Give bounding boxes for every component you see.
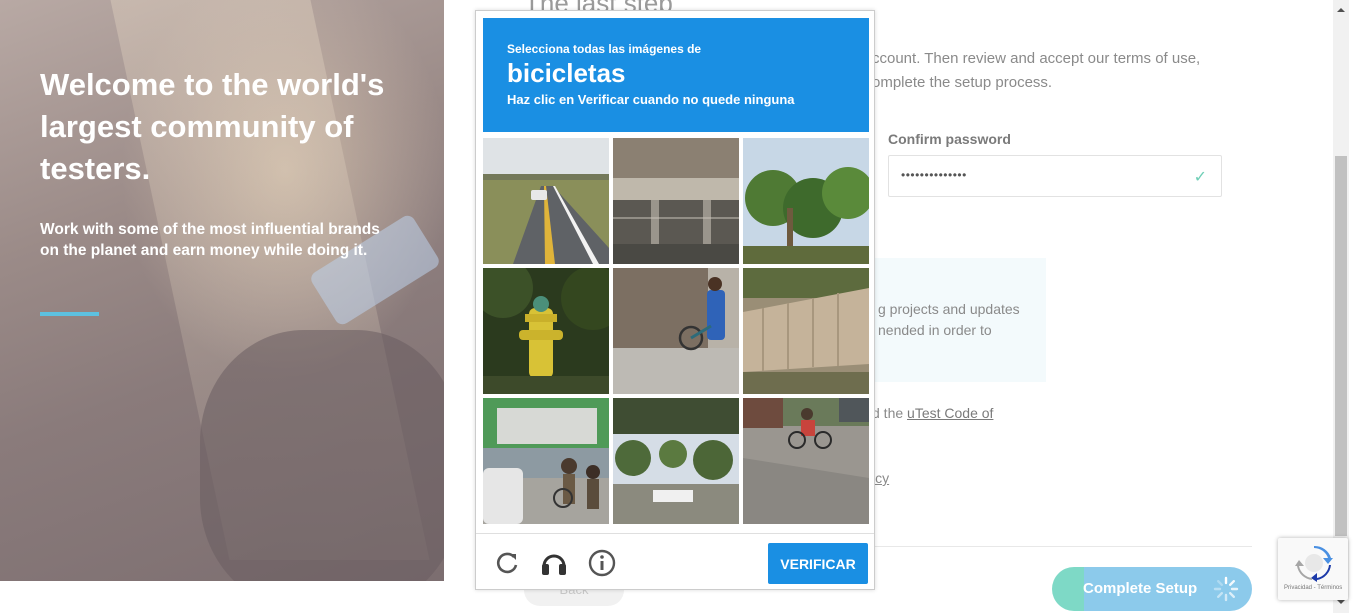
captcha-target: bicicletas: [507, 58, 626, 88]
cyclist-image: [743, 398, 869, 524]
captcha-instruction: Selecciona todas las imágenes de: [507, 42, 702, 56]
hero-subtitle: Work with some of the most influential b…: [40, 221, 380, 259]
road-image: [483, 138, 609, 264]
captcha-tile-road-with-car[interactable]: [483, 138, 609, 264]
captcha-tile-park-trees[interactable]: [613, 398, 739, 524]
complete-setup-label: Complete Setup: [1083, 580, 1198, 597]
captcha-tile-parking-garage[interactable]: [613, 138, 739, 264]
spinner-icon: [1213, 576, 1239, 602]
confirm-password-label: Confirm password: [888, 131, 1011, 147]
recaptcha-badge-text: Privacidad - Términos: [1284, 585, 1343, 591]
audio-icon[interactable]: [539, 548, 569, 578]
hero-panel: Welcome to the world's largest community…: [0, 0, 444, 581]
captcha-tile-person-with-bicycle[interactable]: [613, 268, 739, 394]
scroll-up-icon[interactable]: [1335, 4, 1347, 16]
code-of-conduct-prefix: d the: [872, 405, 908, 421]
fence-image: [743, 268, 869, 394]
code-of-conduct-text: d the uTest Code of: [872, 405, 993, 421]
hero-accent-line: [40, 312, 99, 316]
complete-setup-button[interactable]: Complete Setup: [1052, 567, 1252, 611]
street-bicycle-image: [483, 398, 609, 524]
info-icon[interactable]: [587, 548, 617, 578]
captcha-tile-fire-hydrant[interactable]: [483, 268, 609, 394]
confirm-password-field[interactable]: •••••••••••••• ✓: [888, 155, 1222, 197]
captcha-hint: Haz clic en Verificar cuando no quede ni…: [507, 92, 795, 107]
newsletter-text: g projects and updates nended in order t…: [878, 301, 1020, 338]
confirm-password-value: ••••••••••••••: [901, 168, 967, 182]
captcha-header: Selecciona todas las imágenes de bicicle…: [483, 18, 869, 132]
hero-title: Welcome to the world's largest community…: [40, 67, 385, 186]
garage-image: [613, 138, 739, 264]
recaptcha-icon: [1295, 545, 1333, 582]
divider: [872, 546, 1252, 547]
captcha-tile-wall-fence[interactable]: [743, 268, 869, 394]
captcha-footer: VERIFICAR: [476, 533, 874, 590]
check-icon: ✓: [1193, 169, 1207, 186]
park-image: [613, 398, 739, 524]
recaptcha-badge[interactable]: Privacidad - Términos: [1278, 538, 1348, 600]
verify-button[interactable]: VERIFICAR: [768, 543, 868, 584]
captcha-grid: [483, 138, 869, 524]
scrollbar-thumb[interactable]: [1335, 156, 1347, 536]
captcha-dialog: Selecciona todas las imágenes de bicicle…: [475, 10, 875, 590]
palm-image: [743, 138, 869, 264]
hydrant-image: [483, 268, 609, 394]
captcha-tile-palm-trees[interactable]: [743, 138, 869, 264]
form-intro: ccount. Then review and accept our terms…: [872, 50, 1201, 91]
captcha-tile-cyclist-street[interactable]: [743, 398, 869, 524]
captcha-tile-street-people-bicycle[interactable]: [483, 398, 609, 524]
hero-sleeve: [200, 330, 444, 581]
bicycle-person-image: [613, 268, 739, 394]
code-of-conduct-link[interactable]: uTest Code of: [907, 405, 993, 421]
reload-icon[interactable]: [492, 548, 522, 578]
